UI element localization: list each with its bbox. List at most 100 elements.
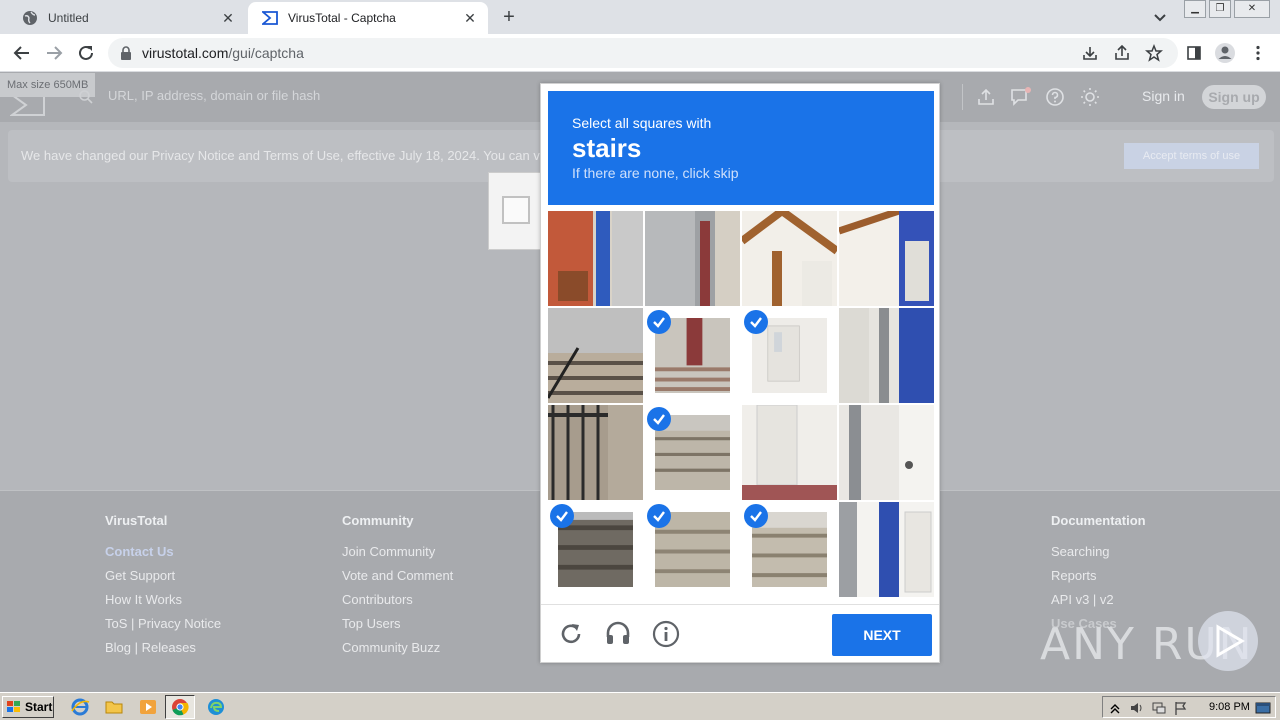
captcha-tile[interactable] [839,211,934,306]
tile-image [839,211,934,306]
captcha-tile[interactable] [742,405,837,500]
captcha-image-grid [548,211,934,597]
captcha-checkbox-widget [488,172,542,250]
sign-in-link[interactable]: Sign in [1142,88,1185,104]
forward-button[interactable] [42,41,66,65]
captcha-tile[interactable] [742,502,837,597]
start-button[interactable]: Start [2,696,54,718]
reload-icon [79,45,93,60]
captcha-tile[interactable] [645,405,740,500]
audio-challenge-icon[interactable] [603,619,633,649]
search-input[interactable]: URL, IP address, domain or file hash [108,88,320,103]
captcha-tile[interactable] [645,211,740,306]
captcha-tile[interactable] [548,308,643,403]
close-tab-icon[interactable]: ✕ [462,10,478,26]
footer-link-tos-privacy[interactable]: ToS | Privacy Notice [105,616,221,640]
notifications-icon[interactable] [1010,87,1031,107]
browser-toolbar: virustotal.com/gui/captcha [0,34,1280,72]
address-bar[interactable]: virustotal.com/gui/captcha [108,38,1178,68]
windows-flag-icon [7,701,20,712]
forward-arrow-icon [47,46,63,60]
captcha-tile[interactable] [548,502,643,597]
footer-link-blog-releases[interactable]: Blog | Releases [105,640,221,664]
footer-link-contributors[interactable]: Contributors [342,592,453,616]
restore-button[interactable]: ❐ [1209,0,1231,18]
share-icon[interactable] [1110,41,1134,65]
back-arrow-icon [13,46,29,60]
play-logo-icon [1198,611,1258,671]
globe-icon [22,10,38,26]
footer-link-vote-comment[interactable]: Vote and Comment [342,568,453,592]
tile-image [742,405,837,500]
captcha-challenge: Select all squares with stairs If there … [540,83,940,663]
tab-virustotal-captcha[interactable]: VirusTotal - Captcha ✕ [248,2,488,34]
captcha-tile[interactable] [742,211,837,306]
internet-explorer-icon[interactable] [70,697,90,717]
chrome-taskbar-button[interactable] [165,695,195,719]
footer-column-community: Community Join Community Vote and Commen… [342,513,453,664]
header-divider [962,84,963,110]
clock: 9:08 PM [1209,701,1250,713]
virustotal-icon [262,10,278,26]
action-center-flag-icon[interactable] [1173,700,1189,716]
checkmark-icon [744,504,768,528]
bookmark-star-icon[interactable] [1142,41,1166,65]
captcha-tile[interactable] [548,211,643,306]
footer-link-contact-us[interactable]: Contact Us [105,544,221,568]
info-icon[interactable] [651,619,681,649]
captcha-checkbox[interactable] [502,196,530,224]
menu-kebab-icon[interactable] [1246,41,1270,65]
captcha-tile[interactable] [839,405,934,500]
captcha-tile[interactable] [645,308,740,403]
volume-icon[interactable] [1129,700,1145,716]
sign-up-button[interactable]: Sign up [1202,85,1266,109]
reload-challenge-icon[interactable] [556,619,586,649]
captcha-footer: NEXT [541,604,939,662]
tab-untitled[interactable]: Untitled ✕ [8,2,246,34]
captcha-tile[interactable] [645,502,740,597]
footer-column-virustotal: VirusTotal Contact Us Get Support How It… [105,513,221,664]
accept-terms-button[interactable]: Accept terms of use [1124,143,1259,169]
back-button[interactable] [10,41,34,65]
footer-link-get-support[interactable]: Get Support [105,568,221,592]
footer-heading: Documentation [1051,513,1146,528]
tray-expand-icon[interactable] [1107,700,1123,716]
captcha-tile[interactable] [839,308,934,403]
footer-link-searching[interactable]: Searching [1051,544,1146,568]
theme-sun-icon[interactable] [1080,87,1100,107]
tile-image [548,211,643,306]
edge-icon[interactable] [206,697,226,717]
checkmark-icon [550,504,574,528]
captcha-tile[interactable] [548,405,643,500]
profile-avatar-icon[interactable] [1213,41,1237,65]
media-player-icon[interactable] [138,697,158,717]
reload-button[interactable] [74,41,98,65]
footer-link-reports[interactable]: Reports [1051,568,1146,592]
close-window-button[interactable]: ✕ [1234,0,1270,18]
chevron-down-icon[interactable] [1150,8,1170,28]
lock-icon[interactable] [120,46,134,60]
footer-link-how-it-works[interactable]: How It Works [105,592,221,616]
file-explorer-icon[interactable] [104,697,124,717]
upload-icon[interactable] [976,87,996,107]
captcha-tile[interactable] [742,308,837,403]
captcha-tile[interactable] [839,502,934,597]
install-app-icon[interactable] [1078,41,1102,65]
tile-image [548,405,643,500]
minimize-button[interactable]: ▁ [1184,0,1206,18]
checkmark-icon [647,407,671,431]
close-tab-icon[interactable]: ✕ [220,10,236,26]
tile-image [839,308,934,403]
footer-link-join-community[interactable]: Join Community [342,544,453,568]
windows-taskbar: Start 9:08 PM [0,692,1280,720]
side-panel-icon[interactable] [1182,41,1206,65]
network-icon[interactable] [1151,700,1167,716]
footer-link-top-users[interactable]: Top Users [342,616,453,640]
help-icon[interactable] [1045,87,1065,107]
show-desktop-icon[interactable] [1255,700,1271,716]
next-button[interactable]: NEXT [832,614,932,656]
footer-link-community-buzz[interactable]: Community Buzz [342,640,453,664]
captcha-prompt: Select all squares with stairs If there … [548,91,934,205]
tile-image [548,308,643,403]
new-tab-button[interactable]: + [498,7,520,29]
